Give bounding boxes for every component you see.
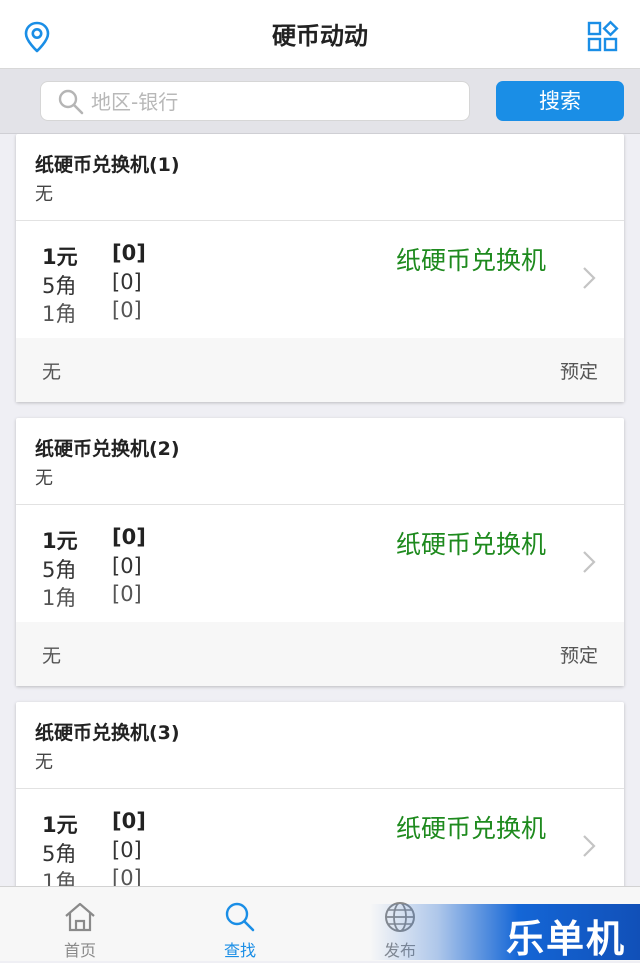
denomination-row: 1角 [0]: [42, 582, 142, 612]
machine-card[interactable]: 纸硬币兑换机(2) 无 1元 [0] 5角 [0] 1角 [0] 纸硬币兑换机 …: [16, 418, 624, 686]
denomination-row: 5角 [0]: [42, 838, 142, 868]
denomination-row: 1角 [0]: [42, 298, 142, 328]
card-footer: 无 预定: [16, 338, 624, 402]
denomination-label: 1角: [42, 586, 77, 610]
grid-apps-icon[interactable]: [586, 20, 620, 54]
footer-note: 无: [42, 361, 62, 383]
denomination-row: 1角 [0]: [42, 866, 142, 886]
chevron-right-icon[interactable]: [582, 266, 596, 290]
denomination-count: [0]: [112, 554, 142, 578]
reserve-button[interactable]: 预定: [560, 357, 598, 384]
watermark-text: 乐单机: [505, 917, 626, 961]
footer-note: 无: [42, 645, 62, 667]
denomination-label: 5角: [42, 558, 77, 582]
denomination-label: 1元: [42, 529, 78, 553]
chevron-right-icon[interactable]: [582, 550, 596, 574]
denomination-count: [0]: [112, 866, 142, 886]
card-body[interactable]: 1元 [0] 5角 [0] 1角 [0] 纸硬币兑换机: [16, 789, 624, 886]
machine-type-label: 纸硬币兑换机: [396, 530, 547, 559]
machine-list[interactable]: 纸硬币兑换机(1) 无 1元 [0] 5角 [0] 1角 [0] 纸硬币兑换机 …: [0, 134, 640, 886]
machine-card[interactable]: 纸硬币兑换机(3) 无 1元 [0] 5角 [0] 1角 [0] 纸硬币兑换机: [16, 702, 624, 886]
search-button[interactable]: 搜索: [496, 81, 624, 121]
search-field[interactable]: [40, 81, 470, 121]
denomination-row: 5角 [0]: [42, 270, 142, 300]
watermark-logo: 乐单机: [370, 904, 640, 961]
denomination-count: [0]: [112, 241, 146, 265]
denomination-row: 1元 [0]: [42, 809, 146, 839]
machine-type-label: 纸硬币兑换机: [396, 814, 547, 843]
machine-subtitle: 无: [35, 752, 53, 773]
card-header: 纸硬币兑换机(2) 无: [16, 418, 624, 505]
page-title: 硬币动动: [272, 22, 368, 50]
reserve-button[interactable]: 预定: [560, 641, 598, 668]
chevron-right-icon[interactable]: [582, 834, 596, 858]
machine-name: 纸硬币兑换机(2): [35, 438, 180, 460]
nav-bar: 硬币动动: [0, 0, 640, 69]
card-header: 纸硬币兑换机(1) 无: [16, 134, 624, 221]
denomination-label: 1元: [42, 813, 78, 837]
denomination-count: [0]: [112, 838, 142, 862]
tab-search[interactable]: 查找: [180, 887, 300, 961]
search-icon: [225, 902, 255, 932]
machine-subtitle: 无: [35, 184, 53, 205]
denomination-count: [0]: [112, 525, 146, 549]
machine-subtitle: 无: [35, 468, 53, 489]
denomination-label: 5角: [42, 274, 77, 298]
machine-type-label: 纸硬币兑换机: [396, 246, 547, 275]
machine-name: 纸硬币兑换机(3): [35, 722, 180, 744]
tab-label: 查找: [223, 941, 256, 960]
denomination-label: 1角: [42, 302, 77, 326]
card-header: 纸硬币兑换机(3) 无: [16, 702, 624, 789]
denomination-row: 1元 [0]: [42, 525, 146, 555]
denomination-count: [0]: [112, 809, 146, 833]
card-footer: 无 预定: [16, 622, 624, 686]
denomination-count: [0]: [112, 270, 142, 294]
denomination-row: 1元 [0]: [42, 241, 146, 271]
denomination-label: 5角: [42, 842, 77, 866]
denomination-count: [0]: [112, 582, 142, 606]
search-icon: [58, 89, 84, 115]
denomination-label: 1角: [42, 870, 77, 886]
search-input[interactable]: [89, 85, 463, 119]
home-icon: [65, 902, 95, 932]
denomination-row: 5角 [0]: [42, 554, 142, 584]
machine-name: 纸硬币兑换机(1): [35, 154, 180, 176]
machine-card[interactable]: 纸硬币兑换机(1) 无 1元 [0] 5角 [0] 1角 [0] 纸硬币兑换机 …: [16, 134, 624, 402]
search-bar: 搜索: [0, 69, 640, 134]
denomination-count: [0]: [112, 298, 142, 322]
tab-label: 首页: [63, 941, 96, 960]
denomination-label: 1元: [42, 245, 78, 269]
card-body[interactable]: 1元 [0] 5角 [0] 1角 [0] 纸硬币兑换机: [16, 221, 624, 337]
tab-home[interactable]: 首页: [20, 887, 140, 961]
card-body[interactable]: 1元 [0] 5角 [0] 1角 [0] 纸硬币兑换机: [16, 505, 624, 621]
